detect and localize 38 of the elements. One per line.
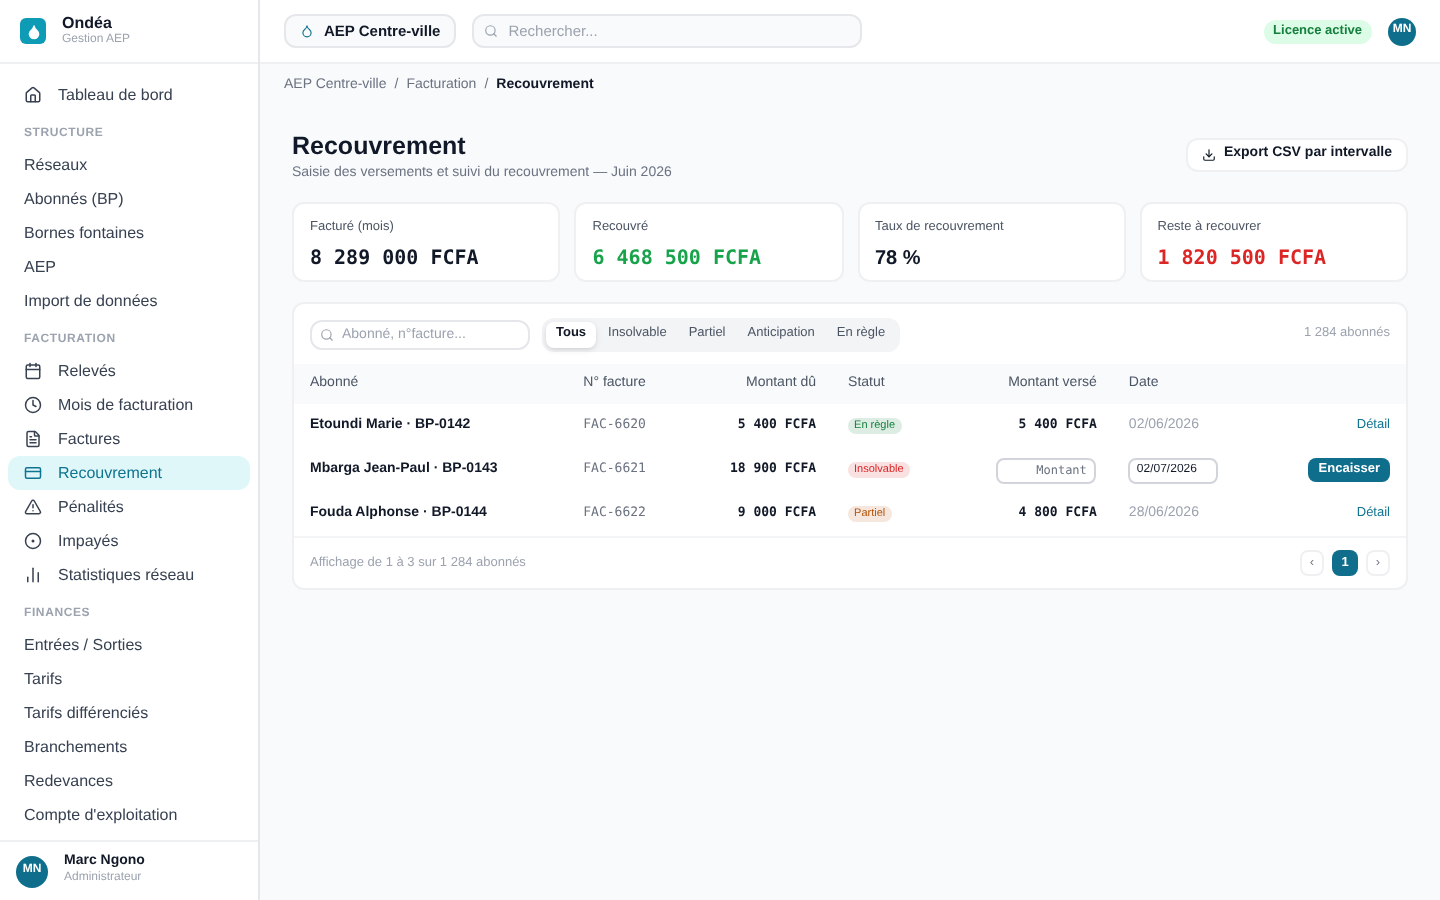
nav-item[interactable]: Tarifs: [8, 662, 250, 696]
nav-item[interactable]: Redevances: [8, 764, 250, 798]
nav-item[interactable]: Tableau de bord: [8, 78, 250, 112]
nav-item[interactable]: Import de données: [8, 284, 250, 318]
nav-item[interactable]: Abonnés (BP): [8, 182, 250, 216]
drop-icon: [300, 24, 314, 38]
bar-chart-icon: [24, 566, 42, 584]
stat-value: 1 820 500 FCFA: [1157, 245, 1329, 274]
nav-item[interactable]: Tarifs différenciés: [8, 696, 250, 730]
nav-item[interactable]: Relevés: [8, 354, 250, 388]
nav-item[interactable]: Bornes fontaines: [8, 216, 250, 250]
home-icon: [24, 86, 42, 104]
warning-icon: [24, 498, 42, 516]
document-icon: [24, 430, 42, 448]
nav-item[interactable]: Entrées / Sorties: [8, 628, 250, 662]
card-icon: [24, 464, 42, 482]
nav-item[interactable]: Compte d'exploitation: [8, 798, 250, 832]
nav-item[interactable]: Factures: [8, 422, 250, 456]
calendar-icon: [24, 362, 42, 380]
nav-item[interactable]: Pénalités: [8, 490, 250, 524]
page-title: Recouvrement: [292, 132, 468, 164]
nav-item[interactable]: Impayés: [8, 524, 250, 558]
circle-icon: [24, 532, 42, 550]
nav-item[interactable]: Recouvrement: [8, 456, 250, 490]
nav-item[interactable]: Statistiques réseau: [8, 558, 250, 592]
search-icon: [484, 24, 499, 38]
logo-icon: [20, 18, 46, 44]
nav-item[interactable]: Mois de facturation: [8, 388, 250, 422]
download-icon: [1201, 148, 1216, 162]
nav-item[interactable]: AEP: [8, 250, 250, 284]
clock-icon: [24, 396, 42, 414]
nav-item[interactable]: Branchements: [8, 730, 250, 764]
nav-item[interactable]: Réseaux: [8, 148, 250, 182]
stat-value: 78 %: [875, 245, 923, 274]
stat-value: 8 289 000 FCFA: [310, 245, 481, 274]
brand-name: Ondéa: [62, 13, 114, 33]
stat-value: 6 468 500 FCFA: [592, 245, 764, 274]
search-icon: [320, 327, 334, 342]
